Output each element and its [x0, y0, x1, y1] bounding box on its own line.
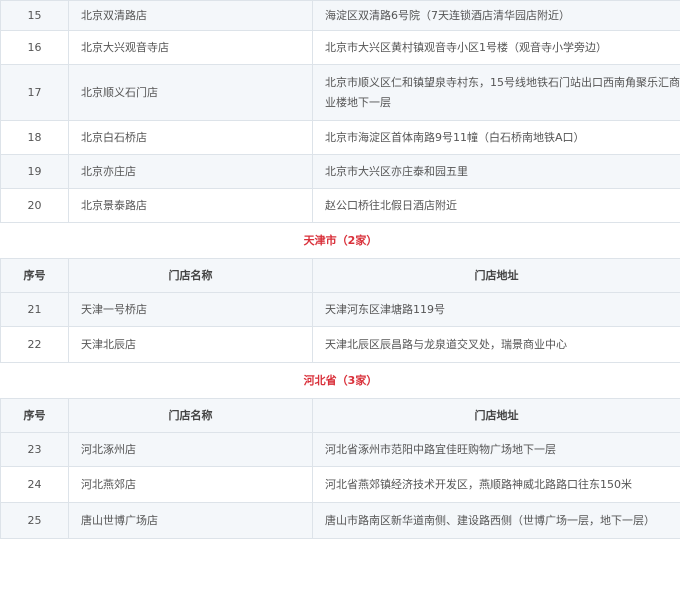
- table-row: 17 北京顺义石门店 北京市顺义区仁和镇望泉寺村东，15号线地铁石门站出口西南角聚乐…: [0, 64, 680, 121]
- row-number: 24: [0, 466, 69, 503]
- store-name: 北京双清路店: [68, 0, 313, 31]
- store-address: 北京市大兴区亦庄泰和园五里: [312, 154, 680, 189]
- table-row: 24 河北燕郊店 河北省燕郊镇经济技术开发区，燕顺路神威北路路口往东150米: [0, 466, 680, 503]
- store-address: 河北省涿州市范阳中路宜佳旺购物广场地下一层: [312, 432, 680, 467]
- row-number: 23: [0, 432, 69, 467]
- store-name: 唐山世博广场店: [68, 502, 313, 539]
- column-header-address: 门店地址: [312, 258, 680, 293]
- store-address: 天津河东区津塘路119号: [312, 292, 680, 327]
- table-row: 21 天津一号桥店 天津河东区津塘路119号: [0, 292, 680, 327]
- table-row: 22 天津北辰店 天津北辰区辰昌路与龙泉道交叉处，瑞景商业中心: [0, 326, 680, 363]
- table-row: 15 北京双清路店 海淀区双清路6号院（7天连锁酒店清华园店附近）: [0, 0, 680, 31]
- table-row: 20 北京景泰路店 赵公口桥往北假日酒店附近: [0, 188, 680, 223]
- store-address: 北京市顺义区仁和镇望泉寺村东，15号线地铁石门站出口西南角聚乐汇商业楼地下一层: [312, 64, 680, 121]
- table-row: 19 北京亦庄店 北京市大兴区亦庄泰和园五里: [0, 154, 680, 189]
- region-title: 天津市（2家）: [0, 222, 680, 259]
- column-header-no: 序号: [0, 398, 69, 433]
- column-header-name: 门店名称: [68, 398, 313, 433]
- row-number: 16: [0, 30, 69, 65]
- store-name: 天津一号桥店: [68, 292, 313, 327]
- store-address: 河北省燕郊镇经济技术开发区，燕顺路神威北路路口往东150米: [312, 466, 680, 503]
- store-name: 河北涿州店: [68, 432, 313, 467]
- column-header-address: 门店地址: [312, 398, 680, 433]
- table-row: 23 河北涿州店 河北省涿州市范阳中路宜佳旺购物广场地下一层: [0, 432, 680, 467]
- row-number: 21: [0, 292, 69, 327]
- row-number: 17: [0, 64, 69, 121]
- store-name: 北京白石桥店: [68, 120, 313, 155]
- row-number: 15: [0, 0, 69, 31]
- store-address: 北京市海淀区首体南路9号11幢（白石桥南地铁A口）: [312, 120, 680, 155]
- store-name: 北京顺义石门店: [68, 64, 313, 121]
- store-address: 唐山市路南区新华道南侧、建设路西侧（世博广场一层，地下一层）: [312, 502, 680, 539]
- table-row: 25 唐山世博广场店 唐山市路南区新华道南侧、建设路西侧（世博广场一层，地下一层）: [0, 502, 680, 539]
- row-number: 18: [0, 120, 69, 155]
- store-table: 15 北京双清路店 海淀区双清路6号院（7天连锁酒店清华园店附近） 16 北京大兴观音寺…: [0, 0, 680, 539]
- store-address: 天津北辰区辰昌路与龙泉道交叉处，瑞景商业中心: [312, 326, 680, 363]
- region-title: 河北省（3家）: [0, 362, 680, 399]
- store-name: 河北燕郊店: [68, 466, 313, 503]
- row-number: 25: [0, 502, 69, 539]
- table-row: 18 北京白石桥店 北京市海淀区首体南路9号11幢（白石桥南地铁A口）: [0, 120, 680, 155]
- column-header-name: 门店名称: [68, 258, 313, 293]
- row-number: 22: [0, 326, 69, 363]
- table-row: 16 北京大兴观音寺店 北京市大兴区黄村镇观音寺小区1号楼（观音寺小学旁边）: [0, 30, 680, 65]
- store-name: 北京亦庄店: [68, 154, 313, 189]
- row-number: 19: [0, 154, 69, 189]
- store-address: 海淀区双清路6号院（7天连锁酒店清华园店附近）: [312, 0, 680, 31]
- store-name: 北京景泰路店: [68, 188, 313, 223]
- store-name: 天津北辰店: [68, 326, 313, 363]
- store-address: 赵公口桥往北假日酒店附近: [312, 188, 680, 223]
- column-header-no: 序号: [0, 258, 69, 293]
- store-address: 北京市大兴区黄村镇观音寺小区1号楼（观音寺小学旁边）: [312, 30, 680, 65]
- row-number: 20: [0, 188, 69, 223]
- store-name: 北京大兴观音寺店: [68, 30, 313, 65]
